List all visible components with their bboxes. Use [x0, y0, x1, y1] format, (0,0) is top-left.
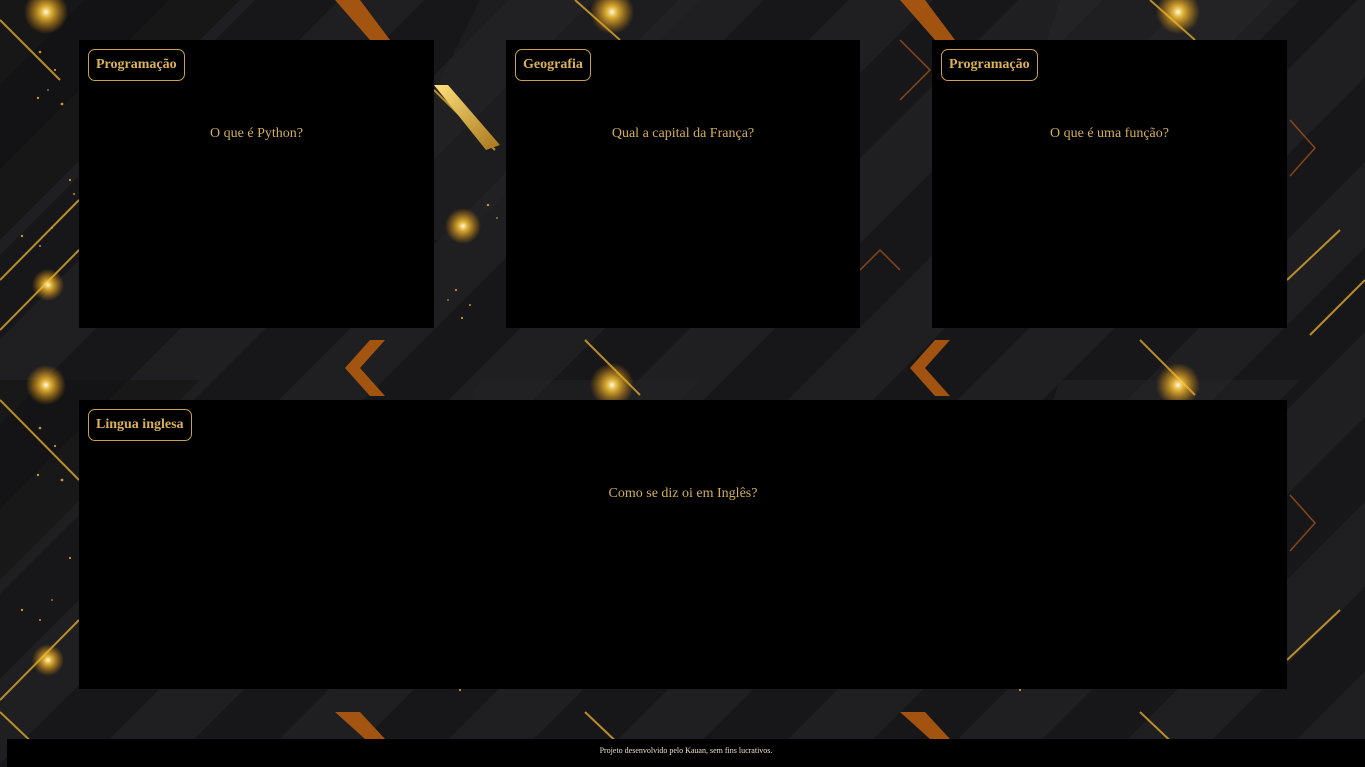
- footer-text: Projeto desenvolvido pelo Kauan, sem fin…: [599, 746, 773, 755]
- flashcard[interactable]: Programação O que é uma função?: [932, 40, 1287, 328]
- category-tag: Programação: [88, 49, 185, 81]
- flashcard[interactable]: Lingua inglesa Como se diz oi em Inglês?: [79, 400, 1287, 689]
- category-tag: Programação: [941, 49, 1038, 81]
- flashcard[interactable]: Geografia Qual a capital da França?: [506, 40, 860, 328]
- question-text: Qual a capital da França?: [611, 126, 755, 141]
- category-tag: Geografia: [515, 49, 591, 81]
- question-text: O que é Python?: [210, 126, 303, 141]
- question-text: Como se diz oi em Inglês?: [608, 486, 758, 501]
- flashcard[interactable]: Programação O que é Python?: [79, 40, 434, 328]
- question-text: O que é uma função?: [1050, 126, 1169, 141]
- footer: Projeto desenvolvido pelo Kauan, sem fin…: [7, 739, 1365, 767]
- category-tag: Lingua inglesa: [88, 409, 192, 441]
